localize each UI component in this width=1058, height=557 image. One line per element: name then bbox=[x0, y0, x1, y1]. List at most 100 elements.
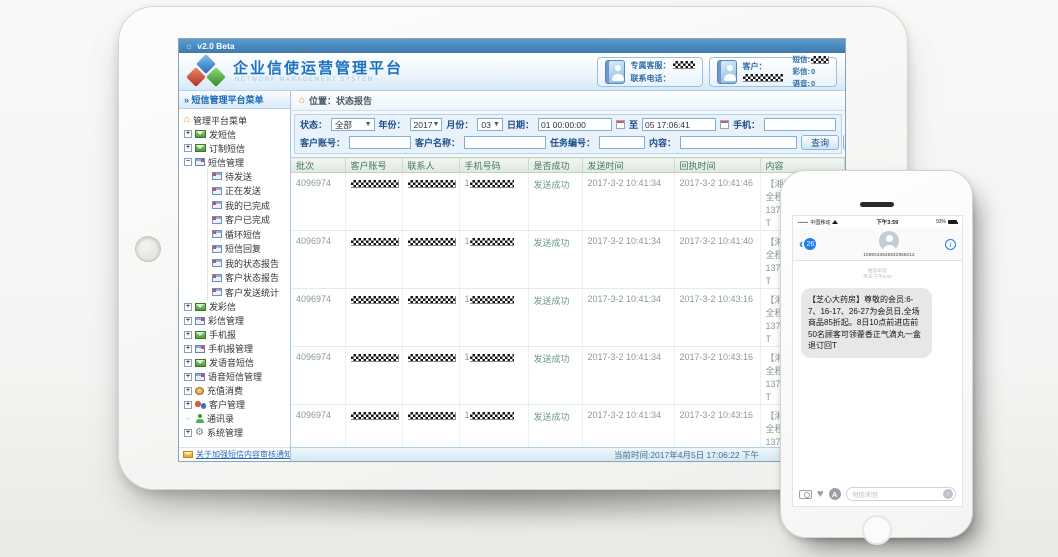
expand-icon[interactable]: + bbox=[184, 303, 192, 311]
tablet-home-button[interactable] bbox=[135, 236, 161, 262]
batch-cell: 4096974 bbox=[291, 289, 345, 347]
sidebar-subitem-label: 我的已完成 bbox=[225, 199, 270, 212]
avatar[interactable] bbox=[879, 231, 899, 251]
home-icon: ⌂ bbox=[184, 115, 190, 125]
sidebar-item[interactable]: +订制短信 bbox=[184, 141, 290, 155]
sidebar-subitem[interactable]: 正在发送 bbox=[212, 184, 290, 199]
quota-stat-line: 短信: bbox=[793, 54, 830, 65]
receipt-time-cell: 2017-3-2 10:41:40 bbox=[674, 231, 760, 289]
phone-home-button[interactable] bbox=[862, 515, 892, 545]
expand-icon[interactable]: + bbox=[184, 317, 192, 325]
sidebar-subitem[interactable]: 客户已完成 bbox=[212, 213, 290, 228]
year-select[interactable]: 2017▼ bbox=[410, 118, 443, 131]
chevron-down-icon: ▼ bbox=[432, 121, 439, 128]
expand-icon[interactable]: + bbox=[184, 359, 192, 367]
expand-icon[interactable]: + bbox=[184, 373, 192, 381]
sidebar-subitem[interactable]: 短信回复 bbox=[212, 242, 290, 257]
sidebar-item[interactable]: –通讯录 bbox=[184, 412, 290, 426]
date-filter-label: 日期： bbox=[507, 118, 534, 131]
content-input[interactable] bbox=[680, 136, 797, 149]
date-to-input[interactable] bbox=[642, 118, 716, 131]
phone-speaker bbox=[860, 202, 894, 207]
quota-stat-value: 0 bbox=[811, 79, 815, 88]
column-header[interactable]: 回执时间 bbox=[674, 158, 760, 173]
sidebar-item[interactable]: +发短信 bbox=[184, 127, 290, 141]
table-row[interactable]: 40969741发送成功2017-3-2 10:41:342017-3-2 10… bbox=[291, 289, 845, 347]
receipt-time-cell: 2017-3-2 10:41:46 bbox=[674, 173, 760, 231]
account-input[interactable] bbox=[349, 136, 411, 149]
messages-nav-bar: ‹ 26 1069043645832985012 i bbox=[793, 228, 962, 261]
sidebar-subitem[interactable]: 客户发送统计 bbox=[212, 285, 290, 300]
sidebar-item[interactable]: +充值消费 bbox=[184, 384, 290, 398]
info-icon[interactable]: i bbox=[945, 239, 956, 250]
back-button[interactable]: ‹ 26 bbox=[799, 238, 833, 250]
censored-service-value bbox=[673, 61, 695, 69]
sidebar-item[interactable]: −短信管理 bbox=[184, 155, 290, 169]
digital-touch-heart-icon[interactable]: ♥ bbox=[817, 489, 824, 499]
sidebar-subitem[interactable]: 我的状态报告 bbox=[212, 256, 290, 271]
send-arrow-icon[interactable]: ↑ bbox=[943, 489, 953, 499]
month-select[interactable]: 03▼ bbox=[477, 118, 503, 131]
column-header[interactable]: 是否成功 bbox=[528, 158, 582, 173]
sms-message-bubble: 【芝心大药房】尊敬的会员:6-7、16-17、26-27为会员日,全场商品85折… bbox=[801, 288, 932, 358]
export-button[interactable]: 导出 bbox=[843, 135, 846, 150]
camera-icon[interactable] bbox=[799, 490, 812, 499]
receipt-time-cell: 2017-3-2 10:43:16 bbox=[674, 347, 760, 405]
expand-icon[interactable]: + bbox=[184, 401, 192, 409]
sidebar-item[interactable]: +手机报管理 bbox=[184, 342, 290, 356]
column-header[interactable]: 联系人 bbox=[402, 158, 459, 173]
notice-link[interactable]: 关于加强短信内容审核通知 bbox=[196, 449, 290, 460]
app-store-icon[interactable]: A bbox=[829, 488, 841, 500]
report-icon bbox=[212, 216, 222, 224]
sidebar-item[interactable]: + 发语音短信 bbox=[184, 356, 290, 370]
sidebar-subitem[interactable]: 客户状态报告 bbox=[212, 271, 290, 286]
expand-icon[interactable]: + bbox=[184, 130, 192, 138]
customer-name-input[interactable] bbox=[464, 136, 546, 149]
calendar-icon[interactable] bbox=[720, 120, 729, 129]
sidebar-subtree: 待发送正在发送我的已完成客户已完成循环短信短信回复我的状态报告客户状态报告客户发… bbox=[207, 169, 290, 300]
censored-phone bbox=[470, 354, 514, 362]
carrier-label: 中国移动 bbox=[810, 219, 830, 226]
success-cell: 发送成功 bbox=[528, 173, 582, 231]
sidebar-root-item[interactable]: ⌂管理平台菜单 bbox=[184, 113, 290, 127]
mobile-input[interactable] bbox=[764, 118, 836, 131]
collapse-icon[interactable]: − bbox=[184, 158, 192, 166]
message-input[interactable]: 短信/彩信 ↑ bbox=[846, 487, 956, 501]
envelope-icon bbox=[195, 303, 206, 311]
sidebar-subitem[interactable]: 待发送 bbox=[212, 169, 290, 184]
expand-icon[interactable]: + bbox=[184, 429, 192, 437]
status-select[interactable]: 全部▼ bbox=[331, 118, 374, 131]
sidebar-item[interactable]: +发彩信 bbox=[184, 300, 290, 314]
table-row[interactable]: 40969741发送成功2017-3-2 10:41:342017-3-2 10… bbox=[291, 405, 845, 448]
sidebar-item[interactable]: +语音短信管理 bbox=[184, 370, 290, 384]
date-from-input[interactable] bbox=[538, 118, 612, 131]
battery-percent-label: 93% bbox=[936, 219, 946, 225]
expand-icon[interactable]: + bbox=[184, 331, 192, 339]
sidebar-item[interactable]: +彩信管理 bbox=[184, 314, 290, 328]
expand-icon[interactable]: + bbox=[184, 345, 192, 353]
table-row[interactable]: 40969741发送成功2017-3-2 10:41:342017-3-2 10… bbox=[291, 347, 845, 405]
sidebar-item[interactable]: +手机报 bbox=[184, 328, 290, 342]
column-header[interactable]: 客户账号 bbox=[345, 158, 402, 173]
task-number-input[interactable] bbox=[599, 136, 645, 149]
quota-stat-label: 语音: bbox=[793, 78, 811, 89]
current-time-label: 当前时间:2017年4月5日 17:06:22 下午 bbox=[614, 449, 759, 461]
sidebar-subitem[interactable]: 我的已完成 bbox=[212, 198, 290, 213]
report-icon bbox=[212, 288, 222, 296]
app-window: ☼ v2.0 Beta 企业信使运营管理平台 NETWORK MANAGEMEN… bbox=[178, 38, 846, 462]
calendar-icon[interactable] bbox=[616, 120, 625, 129]
expand-icon[interactable]: + bbox=[184, 144, 192, 152]
sidebar-subitem[interactable]: 循环短信 bbox=[212, 227, 290, 242]
column-header[interactable]: 发送时间 bbox=[582, 158, 674, 173]
column-header[interactable]: 手机号码 bbox=[459, 158, 528, 173]
table-row[interactable]: 40969741发送成功2017-3-2 10:41:342017-3-2 10… bbox=[291, 173, 845, 231]
table-row[interactable]: 40969741发送成功2017-3-2 10:41:342017-3-2 10… bbox=[291, 231, 845, 289]
sidebar-item[interactable]: +⚙系统管理 bbox=[184, 426, 290, 440]
column-header[interactable]: 批次 bbox=[291, 158, 345, 173]
expand-icon[interactable]: + bbox=[184, 387, 192, 395]
success-cell: 发送成功 bbox=[528, 231, 582, 289]
sidebar-item[interactable]: +客户管理 bbox=[184, 398, 290, 412]
customer-label: 客户： bbox=[743, 61, 767, 72]
sidebar-item-label: 发语音短信 bbox=[209, 356, 254, 369]
search-button[interactable]: 查询 bbox=[801, 135, 839, 150]
